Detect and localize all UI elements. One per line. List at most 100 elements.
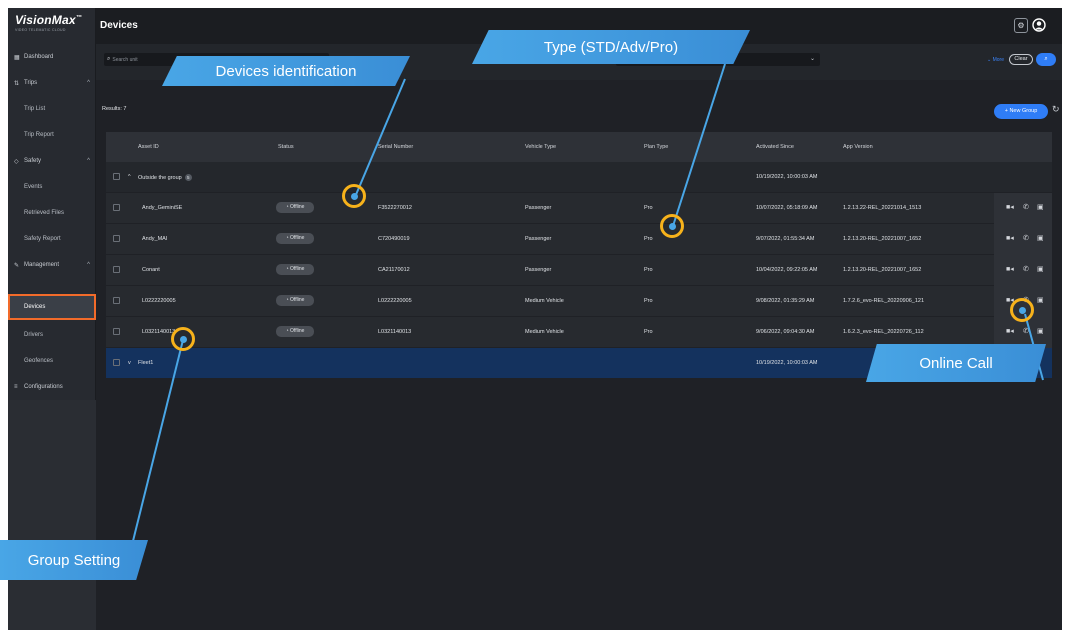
- sliders-icon: ≡: [14, 384, 18, 390]
- row-checkbox[interactable]: [113, 235, 120, 242]
- user-icon[interactable]: [1032, 18, 1046, 33]
- search-icon: ⌕: [1044, 56, 1048, 62]
- group-count-badge: 5: [184, 174, 192, 181]
- col-activated-since[interactable]: Activated Since: [756, 144, 794, 150]
- row-checkbox[interactable]: [113, 173, 120, 180]
- activated-since: 9/08/2022, 01:35:29 AM: [756, 298, 815, 304]
- status-badge: ◔ Offline: [276, 295, 314, 306]
- vehicle-type: Medium Vehicle: [525, 329, 564, 335]
- row-checkbox[interactable]: [113, 297, 120, 304]
- serial-number: CA21170012: [378, 267, 410, 273]
- sidebar-item-trip-report[interactable]: Trip Report: [8, 122, 96, 148]
- col-app-version[interactable]: App Version: [843, 144, 873, 150]
- export-icon[interactable]: ▣: [1037, 327, 1044, 335]
- row-actions: ■◂ ✆ ▣: [994, 193, 1052, 224]
- table-row[interactable]: Andy_GeminiSE ◔ Offline F3522270012 Pass…: [106, 193, 1052, 224]
- search-icon: ⌕: [107, 56, 111, 62]
- plan-type: Pro: [644, 236, 653, 242]
- asset-id[interactable]: L0222220005: [142, 298, 176, 304]
- col-plan-type[interactable]: Plan Type: [644, 144, 668, 150]
- clear-button[interactable]: Clear: [1009, 54, 1033, 65]
- phone-icon[interactable]: ✆: [1023, 234, 1029, 242]
- row-checkbox[interactable]: [113, 266, 120, 273]
- results-count: Results: 7: [102, 106, 127, 112]
- export-icon[interactable]: ▣: [1037, 265, 1044, 273]
- table-row[interactable]: L0321140013 ◔ Offline L0321140013 Medium…: [106, 317, 1052, 348]
- refresh-icon[interactable]: ↻: [1052, 104, 1060, 115]
- highlight-ring-asset-id: [342, 184, 366, 208]
- chevron-down-icon: ⌄: [987, 57, 992, 63]
- group-activated: 10/19/2022, 10:00:03 AM: [756, 360, 818, 366]
- table-row[interactable]: Conant ◔ Offline CA21170012 Passenger Pr…: [106, 255, 1052, 286]
- sidebar-item-management[interactable]: ✎ Management ^: [8, 252, 96, 278]
- sidebar-item-geofences[interactable]: Geofences: [8, 348, 96, 374]
- col-status[interactable]: Status: [278, 144, 294, 150]
- serial-number: C720490019: [378, 236, 410, 242]
- sidebar-item-trips[interactable]: ⇅ Trips ^: [8, 70, 96, 96]
- callout-devices-identification: Devices identification: [162, 56, 410, 86]
- app-version: 1.2.13.22-REL_20221014_1513: [843, 205, 922, 211]
- activated-since: 9/07/2022, 01:55:34 AM: [756, 236, 815, 242]
- chevron-down-icon: ⌄: [809, 56, 815, 62]
- sidebar-item-drivers[interactable]: Drivers: [8, 322, 96, 348]
- plan-type: Pro: [644, 267, 653, 273]
- gear-icon: ⚙: [1017, 21, 1025, 30]
- more-filters-link[interactable]: ⌄ More: [987, 57, 1004, 63]
- asset-id[interactable]: Andy_GeminiSE: [142, 205, 182, 211]
- devices-highlight-box: [8, 294, 96, 320]
- settings-button[interactable]: ⚙: [1014, 18, 1028, 33]
- col-vehicle-type[interactable]: Vehicle Type: [525, 144, 556, 150]
- asset-id[interactable]: Conant: [142, 267, 160, 273]
- sidebar-item-trip-list[interactable]: Trip List: [8, 96, 96, 122]
- phone-icon[interactable]: ✆: [1023, 327, 1029, 335]
- plan-type: Pro: [644, 329, 653, 335]
- asset-id[interactable]: L0321140013: [142, 329, 175, 335]
- dashboard-icon: ▦: [14, 54, 20, 61]
- sidebar-empty-area: [8, 400, 96, 630]
- row-checkbox[interactable]: [113, 328, 120, 335]
- table-row[interactable]: Andy_MAI ◔ Offline C720490019 Passenger …: [106, 224, 1052, 255]
- serial-number: F3522270012: [378, 205, 412, 211]
- sidebar-item-safety-report[interactable]: Safety Report: [8, 226, 96, 252]
- row-checkbox[interactable]: [113, 359, 120, 366]
- new-group-button[interactable]: + New Group: [994, 104, 1048, 119]
- col-asset-id[interactable]: Asset ID: [138, 144, 159, 150]
- col-serial-number[interactable]: Serial Number: [378, 144, 413, 150]
- sidebar-item-configurations[interactable]: ≡ Configurations: [8, 374, 96, 400]
- activated-since: 10/07/2022, 05:18:09 AM: [756, 205, 818, 211]
- table-row[interactable]: L0222220005 ◔ Offline L0222220005 Medium…: [106, 286, 1052, 317]
- expand-icon[interactable]: v: [128, 360, 131, 366]
- video-icon[interactable]: ■◂: [1006, 203, 1014, 211]
- search-button[interactable]: ⌕: [1036, 53, 1056, 66]
- app-window: VisionMax™ VIDEO TELEMATIC CLOUD ▦ Dashb…: [8, 8, 1062, 630]
- row-actions: ■◂ ✆ ▣: [994, 255, 1052, 286]
- export-icon[interactable]: ▣: [1037, 234, 1044, 242]
- group-name: Fleet1: [138, 360, 154, 366]
- sidebar-item-events[interactable]: Events: [8, 174, 96, 200]
- group-name: Outside the group 5: [138, 174, 192, 181]
- row-checkbox[interactable]: [113, 204, 120, 211]
- sidebar-item-retrieved-files[interactable]: Retrieved Files: [8, 200, 96, 226]
- phone-icon[interactable]: ✆: [1023, 265, 1029, 273]
- sidebar-item-safety[interactable]: ◇ Safety ^: [8, 148, 96, 174]
- chevron-up-icon: ^: [87, 158, 90, 164]
- offline-icon: ◔: [285, 235, 289, 241]
- page-title: Devices: [100, 20, 138, 31]
- export-icon[interactable]: ▣: [1037, 296, 1044, 304]
- video-icon[interactable]: ■◂: [1006, 327, 1014, 335]
- chevron-up-icon: ^: [87, 262, 90, 268]
- export-icon[interactable]: ▣: [1037, 203, 1044, 211]
- phone-icon[interactable]: ✆: [1023, 203, 1029, 211]
- callout-type: Type (STD/Adv/Pro): [472, 30, 750, 64]
- video-icon[interactable]: ■◂: [1006, 234, 1014, 242]
- logo: VisionMax™ VIDEO TELEMATIC CLOUD: [8, 8, 95, 44]
- collapse-icon[interactable]: ^: [128, 174, 131, 180]
- plan-type: Pro: [644, 298, 653, 304]
- asset-id[interactable]: Andy_MAI: [142, 236, 167, 242]
- status-badge: ◔ Offline: [276, 202, 314, 213]
- sidebar-item-dashboard[interactable]: ▦ Dashboard: [8, 44, 96, 70]
- video-icon[interactable]: ■◂: [1006, 265, 1014, 273]
- group-row-outside[interactable]: ^ Outside the group 5 10/19/2022, 10:00:0…: [106, 162, 1052, 193]
- plan-type: Pro: [644, 205, 653, 211]
- offline-icon: ◔: [285, 297, 289, 303]
